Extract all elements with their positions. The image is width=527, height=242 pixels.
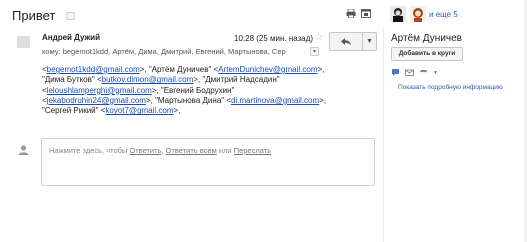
new-window-icon[interactable] [361,9,371,18]
forward-link[interactable]: Переслать [234,146,271,155]
add-to-circles-button[interactable]: Добавить в круги [391,47,463,61]
participant-avatars [390,6,426,22]
participant-avatar[interactable] [390,6,406,22]
body-text-part: >, "Артём Дуничев" < [139,65,219,74]
chevron-down-icon: ▼ [366,38,373,45]
user-avatar-icon [18,145,29,155]
reply-or-text: или [216,146,234,155]
print-icon[interactable] [346,9,356,18]
contact-actions: ▼ [391,68,438,77]
more-actions-button[interactable]: ▼ [362,32,377,51]
thread-subject: Привет [12,8,56,23]
body-text-part: >, "Мартынова Дина" < [145,95,232,105]
reply-prompt-text: Нажмите здесь, чтобы [49,146,130,155]
envelope-icon[interactable] [405,68,414,77]
sender-avatar[interactable] [17,36,30,48]
email-link[interactable]: butkov.dimon@gmail.com [102,75,194,84]
sidebar-divider [383,28,384,242]
reply-link[interactable]: Ответить [129,146,161,155]
email-link[interactable]: leloushlamperghi@gmail.com [47,86,152,95]
chevron-down-icon[interactable]: ▼ [433,70,438,76]
more-participants-link[interactable]: и еще 5 [429,10,458,19]
participant-avatar[interactable] [410,6,426,22]
body-text-part: >, [173,106,181,116]
recipients-line: кому: begemot1kdd, Артём, Дима, Дмитрий,… [42,47,286,56]
reply-all-link[interactable]: Ответить всем [166,146,217,155]
email-link[interactable]: di.martinova@gmail.com [231,96,319,105]
reply-arrow-icon [341,37,351,45]
contact-name[interactable]: Артём Дуничев [391,33,462,44]
email-link[interactable]: begemot1kdd@gmail.com [47,65,140,74]
message-date: 10:28 (25 мин. назад) [234,34,314,43]
email-link[interactable]: ArtemDunichev@gmail.com [218,65,317,74]
chat-bubble-icon[interactable] [391,68,400,77]
thread-toolbar [346,9,371,18]
email-link[interactable]: jekabodruhin24@gmail.com [47,96,146,105]
show-details-chevron-icon[interactable]: ▾ [310,47,319,56]
reply-button[interactable] [329,32,363,51]
gmail-thread-view: Привет и еще 5 Андрей Дужий 10:28 (25 ми… [0,0,527,242]
quick-reply-prompt: Нажмите здесь, чтобы Ответить, Ответить … [49,146,271,155]
label-icon[interactable] [66,12,75,20]
email-link[interactable]: koyot7@gmail.com [105,106,173,115]
star-icon[interactable]: ☆ [314,32,323,43]
show-details-link[interactable]: Показать подробную информацию [398,84,503,91]
sender-name[interactable]: Андрей Дужий [42,33,100,42]
phone-icon[interactable] [419,68,428,77]
message-body: <begemot1kdd@gmail.com>, "Артём Дуничев"… [42,65,338,116]
